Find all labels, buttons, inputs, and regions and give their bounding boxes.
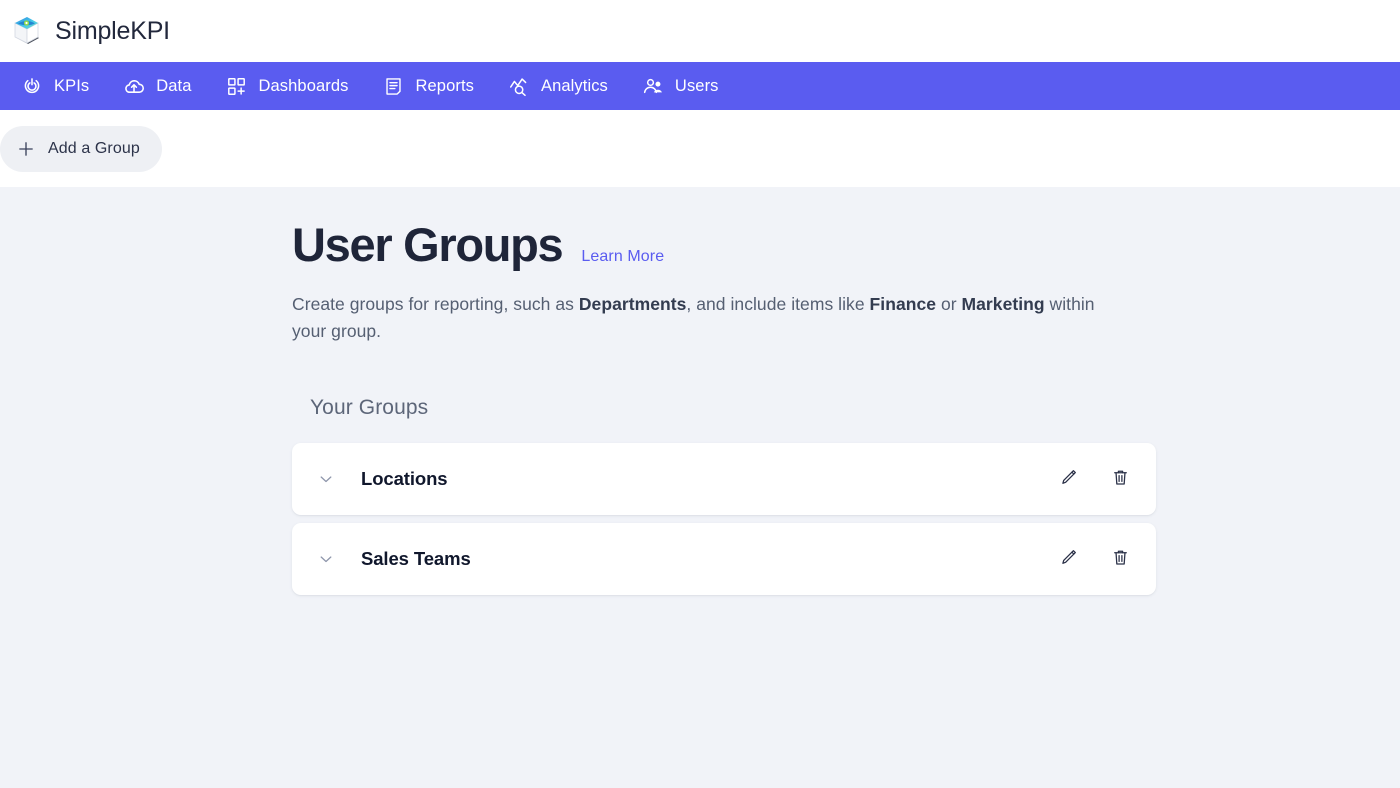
- trash-icon: [1110, 547, 1131, 571]
- delete-group-button[interactable]: [1108, 547, 1132, 571]
- nav-item-kpis[interactable]: KPIs: [4, 62, 106, 110]
- group-card-sales-teams[interactable]: Sales Teams: [292, 523, 1156, 596]
- desc-part-2: , and include items like: [686, 293, 870, 314]
- nav-item-users[interactable]: Users: [625, 62, 736, 110]
- nav-label: Analytics: [540, 76, 608, 95]
- plus-icon: [16, 139, 36, 159]
- main-navigation: KPIs Data Dashboards Reports Analytics U…: [0, 62, 1400, 110]
- group-name: Locations: [361, 468, 448, 490]
- delete-group-button[interactable]: [1108, 467, 1132, 491]
- learn-more-link[interactable]: Learn More: [581, 248, 664, 266]
- power-circle-icon: [21, 75, 43, 97]
- nav-label: KPIs: [54, 76, 90, 95]
- nav-label: Data: [156, 76, 192, 95]
- content-container: User Groups Learn More Create groups for…: [292, 218, 1158, 596]
- add-group-label: Add a Group: [48, 139, 140, 157]
- desc-bold-departments: Departments: [578, 293, 687, 314]
- chart-search-icon: [508, 75, 530, 97]
- page-description: Create groups for reporting, such as Dep…: [292, 291, 1122, 346]
- desc-bold-marketing: Marketing: [961, 293, 1045, 314]
- edit-group-button[interactable]: [1056, 547, 1080, 571]
- desc-part-3: or: [936, 293, 962, 314]
- chevron-down-icon[interactable]: [314, 467, 338, 491]
- pencil-icon: [1058, 467, 1079, 491]
- page-toolbar: Add a Group: [0, 110, 1400, 187]
- nav-label: Dashboards: [258, 76, 349, 95]
- dashboard-grid-icon: [226, 75, 248, 97]
- add-group-button[interactable]: Add a Group: [0, 125, 162, 172]
- page-body: User Groups Learn More Create groups for…: [0, 187, 1400, 788]
- section-heading-your-groups: Your Groups: [310, 396, 429, 420]
- brand-name: SimpleKPI: [55, 16, 170, 45]
- nav-item-dashboards[interactable]: Dashboards: [209, 62, 366, 110]
- card-actions: [1056, 547, 1132, 571]
- group-name: Sales Teams: [361, 548, 471, 570]
- group-list: Locations Sales Teams: [292, 443, 1158, 596]
- card-actions: [1056, 467, 1132, 491]
- pencil-icon: [1058, 547, 1079, 571]
- document-lines-icon: [383, 75, 405, 97]
- trash-icon: [1110, 467, 1131, 491]
- group-card-locations[interactable]: Locations: [292, 443, 1156, 516]
- cloud-upload-icon: [123, 75, 145, 97]
- desc-bold-finance: Finance: [869, 293, 937, 314]
- edit-group-button[interactable]: [1056, 467, 1080, 491]
- nav-item-data[interactable]: Data: [106, 62, 208, 110]
- nav-item-reports[interactable]: Reports: [366, 62, 491, 110]
- nav-label: Reports: [415, 76, 474, 95]
- users-icon: [642, 75, 664, 97]
- nav-label: Users: [674, 76, 719, 95]
- chevron-down-icon[interactable]: [314, 547, 338, 571]
- cube-logo-icon[interactable]: [8, 12, 46, 50]
- page-title: User Groups: [292, 218, 564, 271]
- nav-item-analytics[interactable]: Analytics: [491, 62, 625, 110]
- title-row: User Groups Learn More: [292, 218, 1158, 271]
- brand-header: SimpleKPI: [0, 0, 1400, 62]
- desc-part-1: Create groups for reporting, such as: [292, 293, 579, 314]
